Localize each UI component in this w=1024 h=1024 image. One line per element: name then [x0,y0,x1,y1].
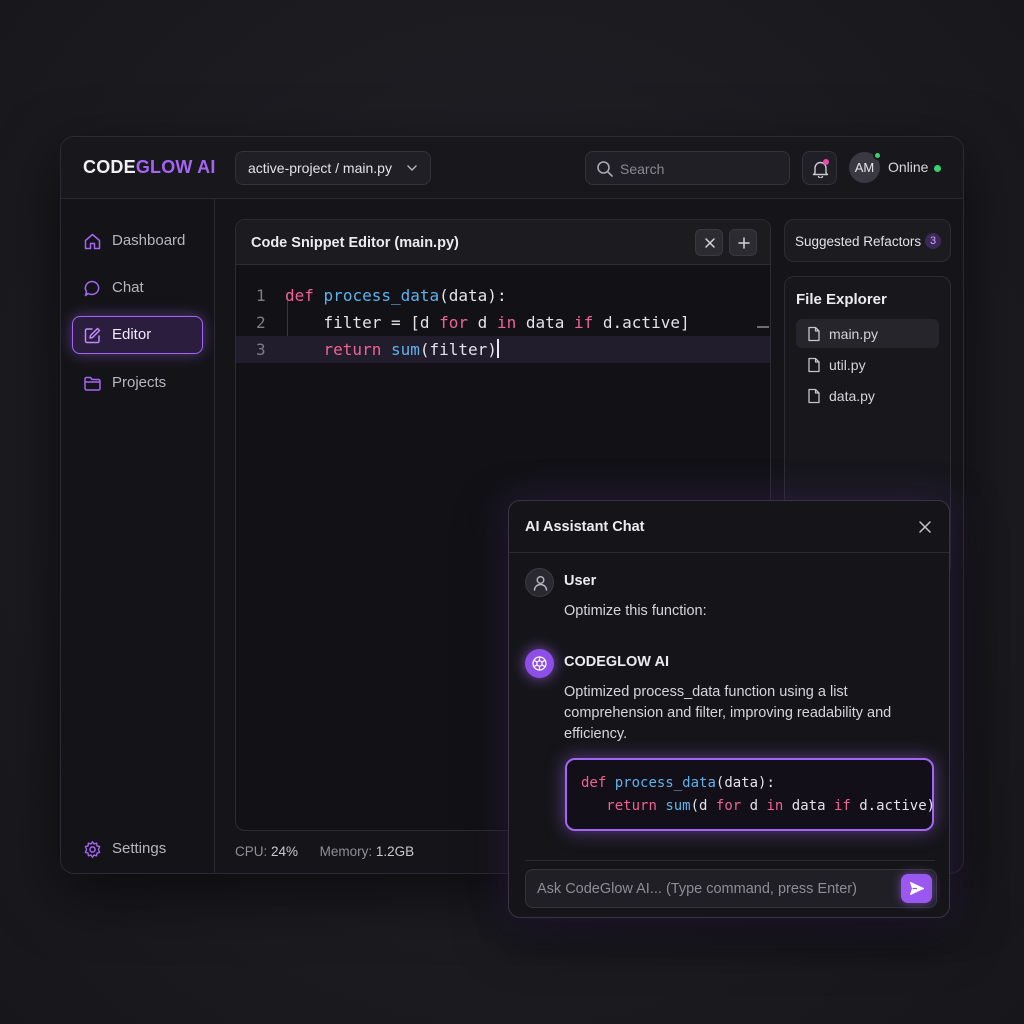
code-text: filter = [d for d in data if d.active] [285,313,690,332]
search-icon [597,161,613,177]
file-name: util.py [829,357,866,373]
project-path-dropdown[interactable]: active-project / main.py [235,151,431,185]
brand-logo: CODEGLOW AI [83,157,216,178]
ai-code-suggestion[interactable]: def process_data(data): return sum(d for… [565,758,936,831]
sidebar-item-settings[interactable]: Settings [72,830,203,868]
sidebar-item-label: Projects [112,374,167,391]
code-text: def process_data(data): [285,286,507,305]
user-message-avatar [525,568,554,597]
system-stats: CPU: 24% Memory: 1.2GB [235,844,414,859]
search-box[interactable] [585,151,790,185]
online-indicator [873,151,882,160]
file-icon [808,357,820,373]
chat-input[interactable] [537,879,897,899]
sidebar-item-label: Editor [112,326,152,343]
folder-icon [84,376,101,391]
minimap-marker [757,326,769,328]
user-avatar[interactable]: AM [849,151,882,183]
ai-logo-icon [532,656,547,671]
notifications-button[interactable] [802,151,837,185]
add-tab-button[interactable] [729,229,757,256]
memory-value: 1.2GB [375,844,415,859]
message-text: Optimize this function: [564,603,707,619]
file-explorer-title: File Explorer [796,291,887,308]
cpu-value: 24% [271,844,299,859]
message-sender: CODEGLOW AI [564,654,669,670]
file-item-main-py[interactable]: main.py [796,319,939,348]
chat-title: AI Assistant Chat [525,519,645,535]
notification-dot [823,159,829,165]
sidebar-item-dashboard[interactable]: Dashboard [72,222,203,260]
line-number: 2 [256,313,266,332]
chat-divider [525,860,935,861]
sidebar-item-label: Dashboard [112,232,186,249]
editor-header: Code Snippet Editor (main.py) [236,220,770,265]
chat-input-box[interactable] [525,869,937,908]
memory-label: Memory: [319,844,373,859]
code-line-current: 3 return sum(filter) [236,336,770,363]
suggested-refactors-button[interactable]: Suggested Refactors 3 [784,219,951,262]
message-sender: User [564,573,597,589]
status-label: Online [888,159,929,175]
sidebar-item-chat[interactable]: Chat [72,269,203,307]
top-bar: CODEGLOW AI active-project / main.py AM [61,137,963,199]
avatar-initials: AM [854,160,875,175]
suggestion-code-line: return sum(d for d in data if d.active) [606,798,936,814]
status-dot [934,165,941,172]
user-icon [533,576,548,591]
edit-icon [84,327,101,344]
refactors-count-badge: 3 [925,233,941,249]
sidebar-item-label: Settings [112,840,167,857]
text-cursor [496,339,499,358]
file-icon [808,326,820,342]
file-item-util-py[interactable]: util.py [796,350,939,379]
brand-name-part1: CODE [83,157,136,177]
message-text: Optimized process_data function using a … [564,684,892,742]
ai-assistant-chat-panel: AI Assistant Chat User Optimize this fun… [508,500,950,918]
ai-message-avatar [525,649,554,678]
gear-icon [84,841,101,858]
home-icon [84,233,101,250]
code-text: return sum(filter) [323,339,499,359]
close-icon [705,238,715,248]
send-icon [910,882,924,895]
code-line: 1 def process_data(data): [236,282,770,309]
chevron-down-icon [407,165,417,171]
brand-name-part2: GLOW AI [135,157,216,177]
sidebar: Dashboard Chat Editor Projects Settings [61,199,215,873]
suggestion-code-line: def process_data(data): [581,775,775,791]
plus-icon [738,237,750,249]
sidebar-item-label: Chat [112,279,144,296]
sidebar-item-projects[interactable]: Projects [72,364,203,402]
chat-bubble-icon [84,280,100,297]
file-item-data-py[interactable]: data.py [796,381,939,410]
file-name: data.py [829,388,875,404]
project-path-label: active-project / main.py [248,160,392,176]
line-number: 3 [256,340,266,359]
file-icon [808,388,820,404]
file-name: main.py [829,326,879,342]
line-number: 1 [256,286,266,305]
refactors-label: Suggested Refactors [795,234,922,249]
code-line: 2 filter = [d for d in data if d.active] [236,309,770,336]
search-input[interactable] [620,158,780,180]
sidebar-item-editor[interactable]: Editor [72,316,203,354]
close-icon[interactable] [917,519,933,535]
close-editor-button[interactable] [695,229,723,256]
send-button[interactable] [901,874,932,903]
cpu-label: CPU: [235,844,268,859]
editor-title: Code Snippet Editor (main.py) [251,235,459,251]
chat-header: AI Assistant Chat [509,501,949,553]
